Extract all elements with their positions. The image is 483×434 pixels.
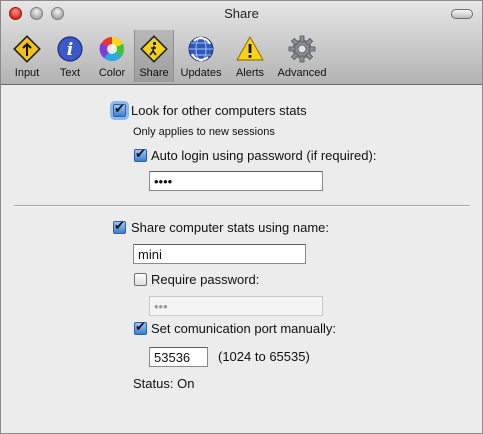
road-sign-icon — [13, 35, 41, 63]
title-bar: Share — [1, 1, 482, 25]
globe-sync-icon — [188, 36, 214, 62]
window-title: Share — [224, 6, 259, 21]
toolbar-item-color[interactable]: Color — [92, 30, 132, 82]
toolbar-label: Advanced — [277, 67, 327, 79]
require-password-label: Require password: — [151, 272, 260, 287]
share-stats-checkbox[interactable] — [113, 219, 126, 234]
pedestrian-sign-icon — [140, 35, 168, 63]
toolbar-item-input[interactable]: Input — [7, 30, 47, 82]
info-icon: i — [57, 36, 83, 62]
toolbar: Share Input i Text Color Share Updates A… — [1, 1, 482, 85]
toolbar-item-updates[interactable]: Updates — [176, 30, 226, 82]
look-for-computers-checkbox[interactable] — [113, 102, 126, 117]
status-text: Status: On — [133, 376, 195, 391]
warning-icon — [236, 36, 264, 61]
toolbar-item-alerts[interactable]: Alerts — [230, 30, 270, 82]
auto-login-label: Auto login using password (if required): — [151, 148, 377, 163]
look-for-computers-label: Look for other computers stats — [131, 103, 307, 118]
share-stats-label: Share computer stats using name: — [131, 220, 329, 235]
toolbar-item-text[interactable]: i Text — [51, 30, 89, 82]
toolbar-label: Input — [14, 67, 40, 79]
section-divider — [14, 205, 470, 207]
gear-icon — [288, 35, 316, 63]
auto-login-checkbox[interactable] — [134, 147, 147, 162]
toolbar-item-advanced[interactable]: Advanced — [272, 30, 332, 82]
auto-login-password-field[interactable]: •••• — [149, 171, 323, 191]
svg-text:i: i — [67, 40, 73, 60]
toolbar-label: Color — [98, 67, 126, 79]
toolbar-label: Share — [139, 67, 169, 79]
color-wheel-icon — [99, 36, 125, 62]
new-sessions-note: Only applies to new sessions — [133, 126, 275, 138]
require-password-field: ••• — [149, 296, 323, 316]
share-name-field[interactable]: mini — [133, 244, 306, 264]
port-manual-checkbox[interactable] — [134, 320, 147, 335]
toolbar-label: Updates — [180, 67, 222, 79]
require-password-checkbox[interactable] — [134, 273, 147, 286]
preferences-window: Share Input i Text Color Share Updates A… — [0, 0, 483, 434]
port-field[interactable]: 53536 — [149, 347, 208, 367]
port-range-note: (1024 to 65535) — [218, 349, 310, 364]
toolbar-label: Alerts — [235, 67, 265, 79]
toolbar-label: Text — [59, 67, 81, 79]
toolbar-item-share[interactable]: Share — [134, 30, 174, 82]
port-manual-label: Set comunication port manually: — [151, 321, 336, 336]
toolbar-toggle-button[interactable] — [451, 9, 473, 19]
